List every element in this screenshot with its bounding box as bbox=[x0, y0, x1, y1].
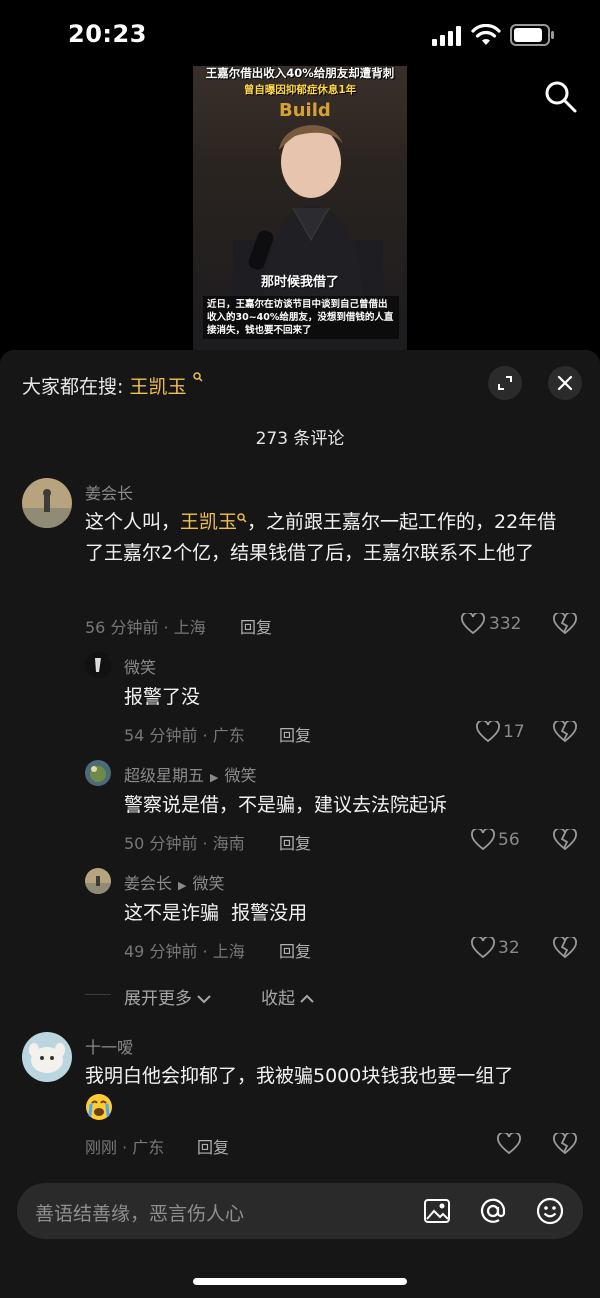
comment-text: 这不是诈骗 报警没用 bbox=[124, 902, 308, 924]
status-bar: 20:23 bbox=[0, 0, 600, 70]
comment-meta: 56 分钟前 · 上海 bbox=[85, 618, 206, 637]
reply-button[interactable]: 回复 bbox=[279, 722, 311, 746]
chevron-up-icon bbox=[300, 994, 315, 1003]
cellular-signal-icon bbox=[432, 26, 461, 46]
collapse-label: 收起 bbox=[261, 989, 295, 1009]
comment-text: 这个人叫，王凯玉 ，之前跟王嘉尔一起工作的，22年借了王嘉尔2个亿，结果钱借了后，… bbox=[85, 507, 575, 569]
collapse-button[interactable]: 收起 bbox=[261, 984, 315, 1009]
wifi-icon bbox=[471, 24, 501, 45]
search-icon bbox=[237, 513, 247, 523]
show-more-label: 展开更多 bbox=[124, 989, 192, 1009]
heart-icon[interactable] bbox=[476, 721, 500, 743]
comment-username[interactable]: 微笑 bbox=[124, 654, 156, 678]
reply-arrow-icon: ▶ bbox=[210, 771, 219, 784]
heart-icon[interactable] bbox=[471, 937, 495, 959]
home-indicator[interactable] bbox=[193, 1278, 407, 1285]
divider bbox=[85, 994, 111, 995]
hot-search-keyword[interactable]: 王凯玉 bbox=[129, 376, 186, 398]
avatar[interactable] bbox=[85, 760, 111, 786]
close-button[interactable] bbox=[548, 366, 582, 400]
comment-meta: 54 分钟前 · 广东 bbox=[124, 726, 245, 745]
video-title: 王嘉尔借出收入40%给朋友却遭背刺 bbox=[205, 66, 395, 80]
like-count: 332 bbox=[489, 614, 522, 634]
video-body-text: 近日，王嘉尔在访谈节目中谈到自己曾借出收入的30~40%给朋友，没想到借钱的人直… bbox=[203, 296, 399, 339]
dislike-icon[interactable] bbox=[553, 937, 577, 959]
video-player[interactable]: Build 王嘉尔借出收入40%给朋友却遭背刺 曾自曝因抑郁症休息1年 那时候我… bbox=[193, 66, 407, 351]
comment-meta: 50 分钟前 · 海南 bbox=[124, 834, 245, 853]
comment-username: 超级星期五 ▶ 微笑 bbox=[124, 762, 257, 786]
avatar-image bbox=[22, 1032, 72, 1082]
avatar[interactable] bbox=[22, 478, 72, 528]
like-count: 32 bbox=[498, 938, 520, 958]
crying-emoji-icon bbox=[86, 1094, 112, 1120]
comment-input-placeholder[interactable]: 善语结善缘，恶言伤人心 bbox=[35, 1199, 244, 1226]
avatar[interactable] bbox=[85, 652, 111, 678]
heart-icon[interactable] bbox=[461, 613, 485, 635]
hot-search[interactable]: 大家都在搜: 王凯玉 bbox=[22, 372, 203, 399]
avatar-image bbox=[85, 652, 111, 678]
search-icon[interactable] bbox=[542, 78, 578, 114]
video-caption: 那时候我借了 bbox=[260, 275, 339, 290]
avatar-image bbox=[85, 868, 111, 894]
comment-text: 我明白他会抑郁了，我被骗5000块钱我也要一组了 bbox=[85, 1065, 514, 1087]
status-time: 20:23 bbox=[68, 20, 147, 48]
emoji-icon[interactable] bbox=[536, 1197, 564, 1225]
dislike-icon[interactable] bbox=[553, 1133, 577, 1155]
dislike-icon[interactable] bbox=[553, 613, 577, 635]
comment-username: 姜会长 ▶ 微笑 bbox=[124, 870, 225, 894]
dislike-icon[interactable] bbox=[553, 829, 577, 851]
close-icon bbox=[557, 375, 573, 391]
image-icon[interactable] bbox=[423, 1197, 451, 1225]
reply-arrow-icon: ▶ bbox=[178, 879, 187, 892]
dislike-icon[interactable] bbox=[553, 721, 577, 743]
search-icon bbox=[192, 372, 203, 382]
avatar-image bbox=[22, 478, 72, 528]
comment-sheet: 大家都在搜: 王凯玉 273 条评论 姜会长 这个人叫，王凯玉 ，之前跟王嘉尔一起… bbox=[0, 350, 600, 1298]
reply-target[interactable]: 微笑 bbox=[192, 874, 224, 893]
chevron-down-icon bbox=[197, 995, 212, 1004]
comment-count: 273 条评论 bbox=[255, 429, 345, 449]
hot-search-prefix: 大家都在搜: bbox=[22, 376, 124, 398]
reply-button[interactable]: 回复 bbox=[240, 614, 272, 638]
comment-text: 警察说是借，不是骗，建议去法院起诉 bbox=[124, 794, 448, 816]
like-count: 17 bbox=[503, 722, 525, 742]
expand-icon bbox=[498, 376, 512, 390]
battery-icon bbox=[510, 24, 554, 46]
comment-text: 报警了没 bbox=[124, 686, 201, 708]
avatar[interactable] bbox=[22, 1032, 72, 1082]
heart-icon[interactable] bbox=[497, 1133, 521, 1155]
expand-button[interactable] bbox=[488, 366, 522, 400]
reply-author[interactable]: 姜会长 bbox=[124, 874, 172, 893]
reply-button[interactable]: 回复 bbox=[279, 830, 311, 854]
comment-meta: 49 分钟前 · 上海 bbox=[124, 942, 245, 961]
comment-username[interactable]: 姜会长 bbox=[85, 480, 133, 504]
comment-username[interactable]: 十一嗳 bbox=[85, 1034, 133, 1058]
show-more-button[interactable]: 展开更多 bbox=[124, 984, 212, 1009]
reply-author[interactable]: 超级星期五 bbox=[124, 766, 204, 785]
like-count: 56 bbox=[498, 830, 520, 850]
video-subtitle: 曾自曝因抑郁症休息1年 bbox=[243, 84, 357, 96]
comment-input-bar[interactable]: 善语结善缘，恶言伤人心 bbox=[17, 1183, 583, 1239]
reply-button[interactable]: 回复 bbox=[197, 1134, 229, 1158]
reply-button[interactable]: 回复 bbox=[279, 938, 311, 962]
heart-icon[interactable] bbox=[471, 829, 495, 851]
comment-keyword-link[interactable]: 王凯玉 bbox=[180, 511, 237, 533]
reply-target[interactable]: 微笑 bbox=[224, 766, 256, 785]
comment-text-part: 这个人叫， bbox=[85, 511, 181, 533]
avatar[interactable] bbox=[85, 868, 111, 894]
comment-meta: 刚刚 · 广东 bbox=[85, 1138, 165, 1157]
avatar-image bbox=[85, 760, 111, 786]
at-icon[interactable] bbox=[479, 1197, 507, 1225]
